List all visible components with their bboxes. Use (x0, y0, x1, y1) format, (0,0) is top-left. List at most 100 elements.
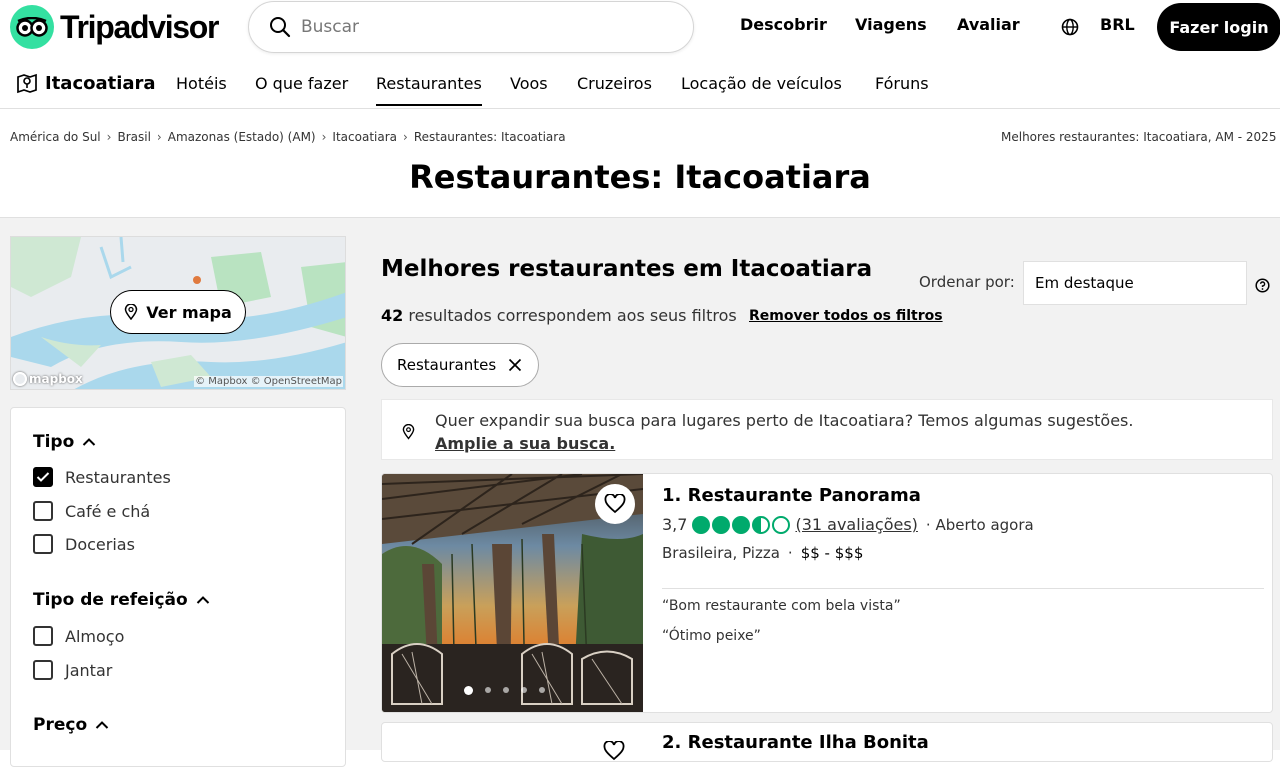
filter-option-jantar[interactable]: Jantar (33, 660, 112, 680)
restaurant-photo[interactable] (382, 474, 643, 712)
carousel-dot[interactable] (485, 687, 491, 693)
chevron-up-icon (95, 721, 109, 729)
expand-search-link[interactable]: Amplie a sua busca. (435, 432, 1133, 455)
restaurant-title[interactable]: 1. Restaurante Panorama (662, 485, 921, 506)
restaurant-card[interactable]: 2. Restaurante Ilha Bonita (381, 722, 1273, 762)
results-count: 42 (381, 306, 404, 325)
help-icon[interactable] (1255, 278, 1270, 297)
logo-text: Tripadvisor (60, 8, 220, 45)
breadcrumb-item[interactable]: Amazonas (Estado) (AM) (168, 130, 316, 144)
checkbox[interactable] (33, 534, 53, 554)
filter-heading-preco[interactable]: Preço (33, 715, 109, 735)
tab-voos[interactable]: Voos (510, 74, 548, 93)
review-quote[interactable]: “Bom restaurante com bela vista” (662, 598, 901, 614)
filter-heading-tipo-refeicao[interactable]: Tipo de refeição (33, 590, 210, 610)
chevron-up-icon (196, 596, 209, 604)
heart-icon[interactable] (603, 740, 625, 765)
tab-hoteis[interactable]: Hotéis (176, 74, 227, 93)
mapbox-logo: mapbox (13, 372, 83, 386)
owl-logo-icon (10, 5, 54, 49)
city-link[interactable]: Itacoatiara (16, 72, 156, 94)
carousel-dot[interactable] (521, 687, 527, 693)
filter-option-restaurantes[interactable]: Restaurantes (33, 467, 171, 487)
map-pin-icon (402, 423, 415, 444)
open-status: · Aberto agora (925, 515, 1034, 534)
restaurant-card[interactable]: 1. Restaurante Panorama 3,7 (31 avaliaçõ… (381, 473, 1273, 713)
breadcrumb: América do Sul › Brasil › Amazonas (Estado… (10, 130, 566, 144)
checkbox-checked[interactable] (33, 467, 53, 487)
login-button[interactable]: Fazer login (1157, 3, 1280, 51)
cuisine-text: Brasileira, Pizza (662, 544, 780, 562)
tab-foruns[interactable]: Fóruns (875, 74, 929, 93)
carousel-dot[interactable] (539, 687, 545, 693)
filter-heading-tipo[interactable]: Tipo (33, 432, 96, 452)
price-range: $$ - $$$ (800, 544, 864, 562)
nav-descobrir[interactable]: Descobrir (740, 15, 827, 34)
photo-carousel-dots[interactable] (464, 686, 545, 695)
suggestion-text: Quer expandir sua busca para lugares per… (435, 411, 1134, 430)
rating-bubble-full (712, 515, 731, 534)
sort-select[interactable]: Em destaque (1023, 261, 1247, 305)
results-heading: Melhores restaurantes em Itacoatiara (381, 256, 873, 282)
review-quote[interactable]: “Ótimo peixe” (662, 628, 761, 644)
content-area: Ver mapa mapbox © Mapbox © OpenStreetMap… (0, 217, 1280, 767)
checkbox[interactable] (33, 501, 53, 521)
remove-all-filters-link[interactable]: Remover todos os filtros (749, 308, 943, 324)
tab-locacao-veiculos[interactable]: Locação de veículos (681, 74, 842, 93)
checkmark-icon (36, 472, 50, 482)
search-box[interactable] (248, 1, 694, 53)
carousel-dot[interactable] (464, 686, 473, 695)
map-attribution[interactable]: © Mapbox © OpenStreetMap (194, 376, 343, 387)
view-map-button[interactable]: Ver mapa (110, 290, 246, 334)
currency-selector[interactable]: BRL (1100, 15, 1135, 34)
city-name: Itacoatiara (45, 72, 156, 94)
rating-bubble-empty (772, 515, 791, 534)
reviews-link[interactable]: (31 avaliações) (795, 515, 917, 534)
globe-icon[interactable] (1061, 18, 1079, 40)
search-icon (270, 17, 291, 38)
breadcrumb-right-text: Melhores restaurantes: Itacoatiara, AM -… (1001, 130, 1277, 144)
breadcrumb-item[interactable]: Brasil (117, 130, 150, 144)
tab-restaurantes[interactable]: Restaurantes (376, 74, 482, 106)
rating-bubble-half (752, 515, 771, 534)
page-title: Restaurantes: Itacoatiara (409, 158, 871, 196)
tab-o-que-fazer[interactable]: O que fazer (255, 74, 348, 93)
mapbox-icon (13, 372, 27, 386)
rating-value: 3,7 (662, 515, 688, 534)
rating-bubbles (692, 515, 791, 534)
nav-viagens[interactable]: Viagens (855, 15, 927, 34)
chevron-up-icon (83, 438, 96, 446)
sort-label: Ordenar por: (919, 273, 1015, 291)
view-map-label: Ver mapa (146, 302, 232, 322)
results-count-text: 42 resultados correspondem aos seus filt… (381, 306, 737, 325)
expand-search-banner: Quer expandir sua busca para lugares per… (381, 399, 1273, 460)
breadcrumb-item[interactable]: América do Sul (10, 130, 101, 144)
checkbox[interactable] (33, 626, 53, 646)
filter-option-docerias[interactable]: Docerias (33, 534, 135, 554)
map-marker-icon (17, 73, 37, 94)
filter-option-almoco[interactable]: Almoço (33, 626, 124, 646)
close-icon[interactable] (508, 358, 522, 372)
secondary-nav: Itacoatiara Hotéis O que fazer Restauran… (0, 60, 1280, 109)
tripadvisor-logo[interactable]: Tripadvisor (10, 5, 220, 49)
top-header: Tripadvisor Descobrir Viagens Avaliar BR… (0, 0, 1280, 56)
tab-cruzeiros[interactable]: Cruzeiros (577, 74, 652, 93)
carousel-dot[interactable] (503, 687, 509, 693)
nav-avaliar[interactable]: Avaliar (957, 15, 1020, 34)
divider (662, 588, 1264, 589)
filter-chip-restaurantes[interactable]: Restaurantes (381, 343, 540, 387)
checkbox[interactable] (33, 660, 53, 680)
map-pin-icon (124, 304, 138, 320)
map-preview[interactable]: Ver mapa mapbox © Mapbox © OpenStreetMap (10, 236, 346, 390)
rating-bubble-full (692, 515, 711, 534)
meta-row: Brasileira, Pizza · $$ - $$$ (662, 544, 864, 562)
breadcrumb-item[interactable]: Itacoatiara (332, 130, 397, 144)
search-input[interactable] (301, 17, 661, 37)
breadcrumb-current: Restaurantes: Itacoatiara (413, 130, 566, 144)
rating-row: 3,7 (31 avaliações) · Aberto agora (662, 515, 1034, 534)
save-heart-button[interactable] (595, 484, 635, 524)
heart-icon (604, 494, 626, 514)
filter-option-cafe[interactable]: Café e chá (33, 501, 150, 521)
rating-bubble-full (732, 515, 751, 534)
filters-panel: Tipo Restaurantes Café e chá Docerias Ti… (10, 407, 346, 767)
